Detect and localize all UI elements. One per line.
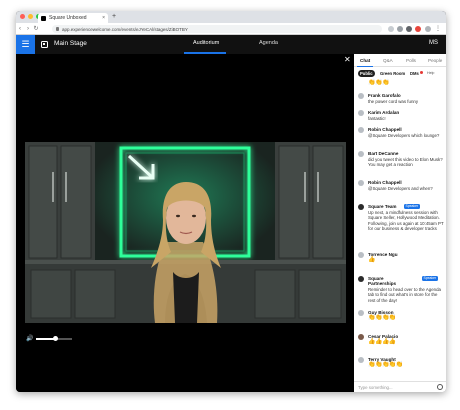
tab-auditorium[interactable]: Auditorium bbox=[193, 40, 219, 46]
message-author: Square Partnerships bbox=[368, 276, 397, 287]
tab-qa[interactable]: Q&A bbox=[383, 58, 393, 63]
video-player[interactable] bbox=[25, 142, 346, 323]
avatar bbox=[358, 310, 364, 316]
extension-icon[interactable] bbox=[397, 26, 403, 32]
close-window-button[interactable] bbox=[20, 14, 25, 19]
close-panel-icon[interactable]: ✕ bbox=[344, 55, 351, 64]
volume-slider-handle[interactable] bbox=[53, 336, 58, 341]
message-text: @Square Developers and when? bbox=[368, 186, 433, 191]
avatar bbox=[358, 93, 364, 99]
speaker-badge: Speaker bbox=[404, 204, 420, 209]
tab-people[interactable]: People bbox=[428, 58, 442, 63]
channel-public[interactable]: Public bbox=[358, 70, 375, 77]
message-text: did you tweet this video to Elon Musk? Y… bbox=[368, 157, 443, 168]
reaction-emoji: 👍👍👍👍 bbox=[368, 339, 396, 345]
message-text: Up next, a mindfulness session with Squa… bbox=[368, 210, 444, 232]
stage-area: ✕ 🔊 bbox=[16, 54, 354, 392]
back-button[interactable]: ‹ bbox=[16, 26, 24, 32]
panel-tabs: Chat Q&A Polls People bbox=[354, 54, 446, 67]
avatar bbox=[358, 204, 364, 210]
minimize-window-button[interactable] bbox=[28, 14, 33, 19]
chat-message: Cesar Palacio 👍👍👍👍 bbox=[358, 334, 444, 348]
browser-tab[interactable]: Square Unboxed × bbox=[38, 13, 108, 23]
avatar bbox=[358, 180, 364, 186]
tab-chat[interactable]: Chat bbox=[360, 58, 370, 63]
reaction-emoji: 👏👏👏 bbox=[368, 80, 389, 86]
tab-polls[interactable]: Polls bbox=[406, 58, 416, 63]
chat-input-bar: Type something... bbox=[354, 381, 446, 392]
speaker-badge: Speaker bbox=[422, 276, 438, 281]
message-author: Bart DeCanne bbox=[368, 151, 399, 156]
channel-green-room[interactable]: Green Room bbox=[378, 70, 407, 77]
avatar bbox=[358, 252, 364, 258]
chat-panel: Chat Q&A Polls People Public Green Room … bbox=[354, 54, 446, 392]
tab-agenda[interactable]: Agenda bbox=[259, 40, 278, 46]
user-avatar[interactable]: MS bbox=[429, 40, 438, 46]
extension-icon[interactable] bbox=[388, 26, 394, 32]
address-bar[interactable]: app.experiencewelcome.com/events/eJYeCAl… bbox=[52, 25, 382, 33]
url-text: app.experiencewelcome.com/events/eJYeCAl… bbox=[62, 26, 188, 32]
message-author: Square Team bbox=[368, 204, 397, 209]
chat-input[interactable]: Type something... bbox=[358, 385, 393, 390]
menu-button[interactable]: ☰ bbox=[16, 35, 35, 54]
message-author: Robin Chappell bbox=[368, 180, 402, 185]
volume-icon[interactable]: 🔊 bbox=[26, 335, 33, 342]
avatar bbox=[358, 276, 364, 282]
message-text: Reminder to head over to the Agenda tab … bbox=[368, 287, 441, 303]
chat-message: Robin Chappell @Square Developers which … bbox=[358, 127, 444, 147]
unread-dot-icon bbox=[420, 71, 423, 74]
browser-toolbar: ‹ › ↻ app.experiencewelcome.com/events/e… bbox=[16, 23, 446, 35]
lock-icon bbox=[56, 27, 59, 31]
message-text: the power cord was funny bbox=[368, 99, 419, 104]
message-author: Frank Garofalo bbox=[368, 93, 401, 98]
avatar bbox=[358, 127, 364, 133]
active-tab-indicator bbox=[357, 65, 373, 67]
avatar bbox=[358, 357, 364, 363]
chat-message: Terry Vaught 👏👏👏👏👏 bbox=[358, 357, 444, 371]
browser-menu-icon[interactable]: ⋮ bbox=[435, 26, 441, 32]
profile-avatar[interactable] bbox=[425, 26, 431, 32]
close-tab-icon[interactable]: × bbox=[102, 15, 105, 21]
chat-message: Guy Bisson 👏👏👏👏 bbox=[358, 310, 444, 324]
channel-help[interactable]: Help bbox=[425, 70, 436, 77]
stage-title: Main Stage bbox=[54, 40, 87, 47]
reaction-emoji: 👏👏👏👏 bbox=[368, 315, 396, 321]
forward-button[interactable]: › bbox=[24, 26, 32, 32]
browser-tab-bar: Square Unboxed × + bbox=[16, 11, 446, 23]
reaction-emoji: 👏👏👏👏👏 bbox=[368, 362, 403, 368]
chat-message: Bart DeCanne did you tweet this video to… bbox=[358, 151, 444, 177]
chat-message: Karim Ardalan fantastic! bbox=[358, 110, 444, 124]
channel-dms[interactable]: DMs bbox=[408, 70, 421, 77]
chat-message: Torrence Ngu 👍 bbox=[358, 252, 444, 268]
browser-window: Square Unboxed × + ‹ › ↻ app.experiencew… bbox=[16, 11, 446, 392]
message-text: fantastic! bbox=[368, 116, 386, 121]
avatar bbox=[358, 110, 364, 116]
reaction-emoji: 👍 bbox=[368, 257, 375, 263]
extension-icon[interactable] bbox=[406, 26, 412, 32]
message-author: Karim Ardalan bbox=[368, 110, 400, 115]
tab-title: Square Unboxed bbox=[49, 15, 87, 21]
chat-message: Square Team Speaker Up next, a mindfulne… bbox=[358, 204, 444, 244]
square-favicon-icon bbox=[41, 15, 46, 21]
chat-message: Frank Garofalo the power cord was funny bbox=[358, 93, 444, 107]
square-logo-icon bbox=[41, 41, 48, 48]
avatar bbox=[358, 151, 364, 157]
reload-button[interactable]: ↻ bbox=[32, 25, 40, 32]
message-text: @Square Developers which lounge? bbox=[368, 133, 440, 138]
chat-channel-tabs: Public Green Room DMs Help bbox=[354, 69, 446, 78]
new-tab-button[interactable]: + bbox=[112, 13, 116, 21]
chat-message: Square Partnerships Speaker Reminder to … bbox=[358, 276, 444, 306]
emoji-picker-icon[interactable] bbox=[437, 384, 443, 390]
extension-icon[interactable] bbox=[415, 26, 421, 32]
chat-message: Robin Chappell @Square Developers and wh… bbox=[358, 180, 444, 200]
message-author: Robin Chappell bbox=[368, 127, 402, 132]
avatar bbox=[358, 334, 364, 340]
hamburger-icon: ☰ bbox=[21, 39, 30, 49]
speaker-video-frame bbox=[25, 142, 346, 323]
